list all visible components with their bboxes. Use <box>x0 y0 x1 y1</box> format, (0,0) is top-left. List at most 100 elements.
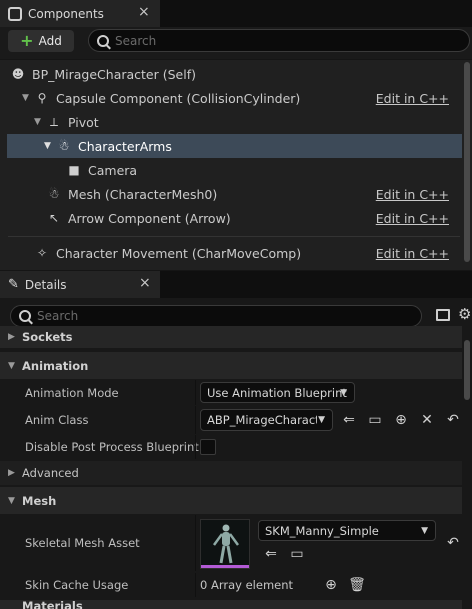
animation-mode-value: Use Animation Blueprint <box>207 385 347 400</box>
tree-row-characterarms[interactable]: ▼ ☃ CharacterArms <box>7 134 462 158</box>
add-button-label: Add <box>38 34 62 48</box>
mannequin-thumbnail-icon <box>212 524 240 564</box>
add-component-button[interactable]: + Add <box>8 30 74 52</box>
mesh-thumbnail[interactable] <box>200 519 250 569</box>
reset-to-default-icon[interactable]: ↶ <box>444 534 462 552</box>
collapse-arrow-icon[interactable]: ▼ <box>44 141 56 151</box>
prop-anim-class: Anim Class ABP_MirageCharact ▼ ⇐ ▭ ⊕ ✕ ↶ <box>0 406 462 434</box>
settings-gear-icon[interactable]: ⚙ <box>458 305 471 323</box>
anim-class-value: ABP_MirageCharact <box>207 413 317 427</box>
add-element-icon[interactable]: ⊕ <box>322 576 340 594</box>
arrow-component-icon: ↖ <box>48 211 60 225</box>
tree-separator <box>8 236 460 237</box>
add-circle-icon[interactable]: ⊕ <box>392 411 410 429</box>
components-tab[interactable]: Components <box>0 0 160 27</box>
section-mesh[interactable]: ▼ Mesh <box>0 487 462 514</box>
section-advanced[interactable]: ▶ Advanced <box>0 461 462 485</box>
disable-post-process-checkbox[interactable] <box>200 439 216 455</box>
column-divider <box>195 435 196 459</box>
tree-row-capsule[interactable]: ▼ ⚲ Capsule Component (CollisionCylinder… <box>0 86 462 110</box>
section-animation[interactable]: ▼ Animation <box>0 352 462 379</box>
tree-row-label: Camera <box>88 162 138 178</box>
tree-row-label: Arrow Component (Arrow) <box>68 210 231 226</box>
plus-icon: + <box>20 31 34 50</box>
tree-row-label: CharacterArms <box>78 138 172 154</box>
prop-animation-mode: Animation Mode Use Animation Blueprint ▼ <box>0 380 462 405</box>
tree-row-label: BP_MirageCharacter (Self) <box>32 66 196 82</box>
skin-cache-value: 0 Array element <box>200 578 294 592</box>
prop-disable-post-process: Disable Post Process Blueprint <box>0 435 462 459</box>
details-search-placeholder: Search <box>37 309 79 323</box>
thumbnail-type-bar <box>201 565 249 568</box>
collapse-arrow-icon[interactable]: ▼ <box>34 117 46 127</box>
anim-class-dropdown[interactable]: ABP_MirageCharact ▼ <box>200 409 333 431</box>
components-search-input[interactable]: Search <box>88 29 470 52</box>
tree-row-arrow[interactable]: ↖ Arrow Component (Arrow) Edit in C++ <box>0 206 462 230</box>
details-scrollbar[interactable] <box>464 340 470 400</box>
tree-row-label: Mesh (CharacterMesh0) <box>68 186 218 202</box>
search-icon <box>97 34 109 47</box>
components-search-placeholder: Search <box>115 33 157 48</box>
tree-row-label: Capsule Component (CollisionCylinder) <box>56 90 301 106</box>
components-tab-close-icon[interactable]: × <box>138 4 150 20</box>
prop-name: Anim Class <box>25 413 89 427</box>
details-tab[interactable]: ✎ Details <box>0 271 160 298</box>
collapse-arrow-icon: ▼ <box>8 360 15 371</box>
tree-row-self[interactable]: ☻ BP_MirageCharacter (Self) <box>0 62 462 86</box>
skeletal-mesh-icon: ☃ <box>48 187 60 201</box>
section-advanced-label: Advanced <box>22 466 79 480</box>
section-sockets[interactable]: ▶ Sockets <box>0 326 462 348</box>
components-tab-label: Components <box>28 6 104 21</box>
section-animation-label: Animation <box>22 358 89 373</box>
browse-asset-icon[interactable]: ▭ <box>288 545 306 563</box>
components-tab-icon <box>8 6 22 21</box>
edit-in-cpp-link[interactable]: Edit in C++ <box>376 246 449 261</box>
column-divider <box>195 515 196 571</box>
prop-skeletal-mesh-asset: Skeletal Mesh Asset SKM_Manny_Simple ▼ ⇐… <box>0 515 462 571</box>
section-materials-label: Materials <box>22 600 83 609</box>
section-mesh-label: Mesh <box>22 493 57 508</box>
prop-name: Animation Mode <box>25 385 119 400</box>
details-tab-label: Details <box>24 277 67 292</box>
components-scrollbar[interactable] <box>464 62 470 262</box>
details-tab-close-icon[interactable]: × <box>139 275 151 291</box>
scene-icon: ⟂ <box>49 114 58 129</box>
chevron-down-icon: ▼ <box>340 387 347 398</box>
camera-icon: ■ <box>68 163 80 177</box>
clear-x-icon[interactable]: ✕ <box>418 411 436 429</box>
tree-row-camera[interactable]: ■ Camera <box>0 158 462 182</box>
use-selected-icon[interactable]: ⇐ <box>340 411 358 429</box>
pencil-icon: ✎ <box>8 277 19 292</box>
character-icon: ☻ <box>11 67 25 81</box>
browse-asset-icon[interactable]: ▭ <box>366 411 384 429</box>
tree-row-label: Pivot <box>68 114 99 130</box>
edit-in-cpp-link[interactable]: Edit in C++ <box>376 91 449 106</box>
table-view-icon[interactable] <box>436 309 450 321</box>
prop-name: Disable Post Process Blueprint <box>25 440 199 454</box>
skeletal-mesh-value: SKM_Manny_Simple <box>265 523 379 538</box>
expand-arrow-icon: ▶ <box>8 332 15 342</box>
trash-icon[interactable]: 🗑 <box>348 576 366 594</box>
prop-skin-cache-usage: Skin Cache Usage 0 Array element ⊕ 🗑 <box>0 573 462 597</box>
tree-row-movement[interactable]: ✧ Character Movement (CharMoveComp) Edit… <box>0 241 462 265</box>
chevron-down-icon: ▼ <box>318 415 325 425</box>
prop-name: Skeletal Mesh Asset <box>25 536 140 550</box>
use-selected-icon[interactable]: ⇐ <box>262 545 280 563</box>
movement-icon: ✧ <box>36 246 48 260</box>
reset-to-default-icon[interactable]: ↶ <box>444 411 462 429</box>
column-divider <box>195 573 196 597</box>
section-materials-partial[interactable]: Materials <box>0 600 462 609</box>
column-divider <box>195 380 196 405</box>
tree-row-label: Character Movement (CharMoveComp) <box>56 245 302 261</box>
edit-in-cpp-link[interactable]: Edit in C++ <box>376 187 449 202</box>
tree-row-mesh[interactable]: ☃ Mesh (CharacterMesh0) Edit in C++ <box>0 182 462 206</box>
tree-row-pivot[interactable]: ▼ ⟂ Pivot <box>0 110 462 134</box>
edit-in-cpp-link[interactable]: Edit in C++ <box>376 211 449 226</box>
skeletal-mesh-dropdown[interactable]: SKM_Manny_Simple ▼ <box>258 520 436 541</box>
collapse-arrow-icon[interactable]: ▼ <box>22 93 34 103</box>
expand-arrow-icon: ▶ <box>8 468 15 478</box>
animation-mode-dropdown[interactable]: Use Animation Blueprint ▼ <box>200 382 355 403</box>
details-search-input[interactable]: Search <box>10 305 422 327</box>
collapse-arrow-icon: ▼ <box>8 495 15 506</box>
capsule-icon: ⚲ <box>37 91 47 105</box>
